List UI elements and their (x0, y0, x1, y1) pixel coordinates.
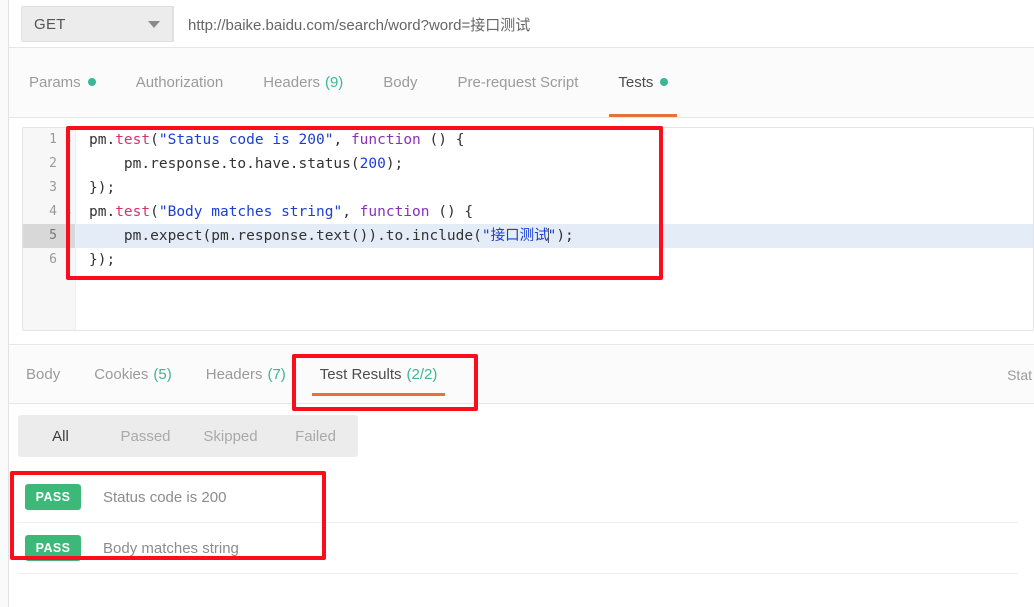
request-tab-body[interactable]: Body (363, 47, 437, 117)
request-tab-pre-request-script[interactable]: Pre-request Script (438, 47, 599, 117)
editor-line-number: 1 (23, 128, 75, 152)
left-rail (0, 0, 9, 607)
line-number-text: 4 (49, 204, 57, 219)
line-number-text: 6 (49, 252, 57, 267)
filter-skipped[interactable]: Skipped (188, 428, 273, 445)
code-token: "Body matches string" (158, 204, 343, 220)
code-token: function (359, 204, 430, 220)
editor-line-number: 5 (23, 224, 75, 248)
code-token: }); (89, 180, 116, 196)
code-token: ( (150, 132, 159, 148)
request-tab-label: Authorization (135, 73, 224, 91)
code-token: "Status code is 200" (158, 132, 334, 148)
filter-failed[interactable]: Failed (273, 428, 358, 445)
code-token: }); (89, 252, 116, 268)
code-token: pm. (89, 204, 116, 220)
line-number-text: 1 (49, 132, 57, 147)
response-tab-count: (7) (267, 366, 286, 383)
code-token: ( (150, 204, 159, 220)
test-result-filter-bar: All Passed Skipped Failed (18, 415, 358, 457)
code-token: 200 (359, 156, 386, 172)
url-text: http://baike.baidu.com/search/word?word=… (188, 16, 531, 34)
test-result-name: Status code is 200 (103, 488, 227, 506)
editor-code-area[interactable]: pm.test("Status code is 200", function (… (76, 128, 1033, 330)
http-method-label: GET (34, 15, 66, 33)
response-tabs: Body Cookies (5) Headers (7) Test Results (2/2… (9, 346, 1034, 404)
response-tab-label: Cookies (94, 366, 149, 383)
status-badge: PASS (25, 484, 81, 510)
response-status-text: Stat (1007, 367, 1032, 383)
green-dot-icon (87, 78, 96, 86)
response-tab-test-results[interactable]: Test Results (2/2) (303, 346, 455, 404)
code-token: pm.response.to.have.status( (89, 156, 360, 172)
editor-code-line[interactable]: pm.expect(pm.response.text()).to.include… (76, 224, 1033, 248)
url-input[interactable]: http://baike.baidu.com/search/word?word=… (173, 6, 1034, 42)
line-number-text: 3 (49, 180, 57, 195)
editor-code-line[interactable]: pm.response.to.have.status(200); (76, 152, 1033, 176)
editor-line-number: 4 (23, 200, 75, 224)
request-tab-label: Pre-request Script (457, 73, 579, 91)
tests-code-editor[interactable]: 123456 pm.test("Status code is 200", fun… (22, 127, 1034, 331)
editor-line-number: 6 (23, 248, 75, 272)
code-token: , (333, 132, 351, 148)
code-fold-arrow-icon[interactable] (66, 209, 71, 217)
response-tab-count: (2/2) (406, 366, 438, 383)
response-tab-headers[interactable]: Headers (7) (189, 346, 303, 404)
editor-line-number: 2 (23, 152, 75, 176)
editor-line-number: 3 (23, 176, 75, 200)
editor-code-line[interactable]: }); (76, 248, 1033, 272)
editor-code-line[interactable]: }); (76, 176, 1033, 200)
code-token: ); (556, 228, 574, 244)
code-token: pm. (89, 132, 116, 148)
code-token: test (115, 204, 151, 220)
request-url-row: GET http://baike.baidu.com/search/word?w… (9, 0, 1034, 48)
code-token: "接口测试 (481, 228, 549, 244)
code-token: ); (385, 156, 404, 172)
request-tab-headers[interactable]: Headers (9) (243, 47, 363, 117)
code-token: function (350, 132, 421, 148)
response-tab-label: Body (26, 366, 61, 383)
editor-code-line[interactable]: pm.test("Body matches string", function … (76, 200, 1033, 224)
request-tab-label: Params (29, 73, 81, 91)
line-number-text: 5 (49, 228, 57, 243)
request-tab-label: Headers (263, 73, 320, 91)
response-tab-label: Headers (205, 366, 263, 383)
test-results-list: PASS Status code is 200 PASS Body matches s… (18, 472, 1018, 574)
line-number-text: 2 (49, 156, 57, 171)
editor-code-line[interactable]: pm.test("Status code is 200", function (… (76, 128, 1033, 152)
response-tab-cookies[interactable]: Cookies (5) (77, 346, 189, 404)
test-result-row[interactable]: PASS Status code is 200 (18, 472, 1018, 523)
request-tab-label: Body (383, 73, 418, 91)
code-fold-arrow-icon[interactable] (66, 137, 71, 145)
response-tab-label: Test Results (319, 366, 402, 383)
request-tabs: Params Authorization Headers (9) Body Pre-req… (9, 48, 1034, 118)
request-tab-authorization[interactable]: Authorization (116, 47, 244, 117)
request-tab-tests[interactable]: Tests (598, 47, 688, 117)
code-token: () { (429, 204, 474, 220)
editor-gutter: 1 2 3 4 5 6 (23, 128, 76, 330)
status-badge: PASS (25, 535, 81, 561)
filter-passed[interactable]: Passed (103, 428, 188, 445)
test-result-row[interactable]: PASS Body matches string (18, 523, 1018, 574)
code-token: " (547, 228, 557, 244)
code-token: () { (420, 132, 465, 148)
test-result-name: Body matches string (103, 539, 239, 557)
chevron-down-icon (148, 20, 160, 28)
code-token: pm.expect(pm.response.text()).to.include… (89, 228, 482, 244)
response-tab-body[interactable]: Body (9, 346, 77, 404)
request-tab-params[interactable]: Params (9, 47, 116, 117)
filter-all[interactable]: All (18, 428, 103, 445)
green-dot-icon (660, 78, 669, 86)
request-tab-label: Tests (618, 73, 654, 91)
code-token: , (342, 204, 360, 220)
code-token: test (115, 132, 151, 148)
request-tab-count: (9) (324, 73, 344, 91)
http-method-dropdown[interactable]: GET (21, 6, 173, 42)
response-tab-count: (5) (153, 366, 172, 383)
